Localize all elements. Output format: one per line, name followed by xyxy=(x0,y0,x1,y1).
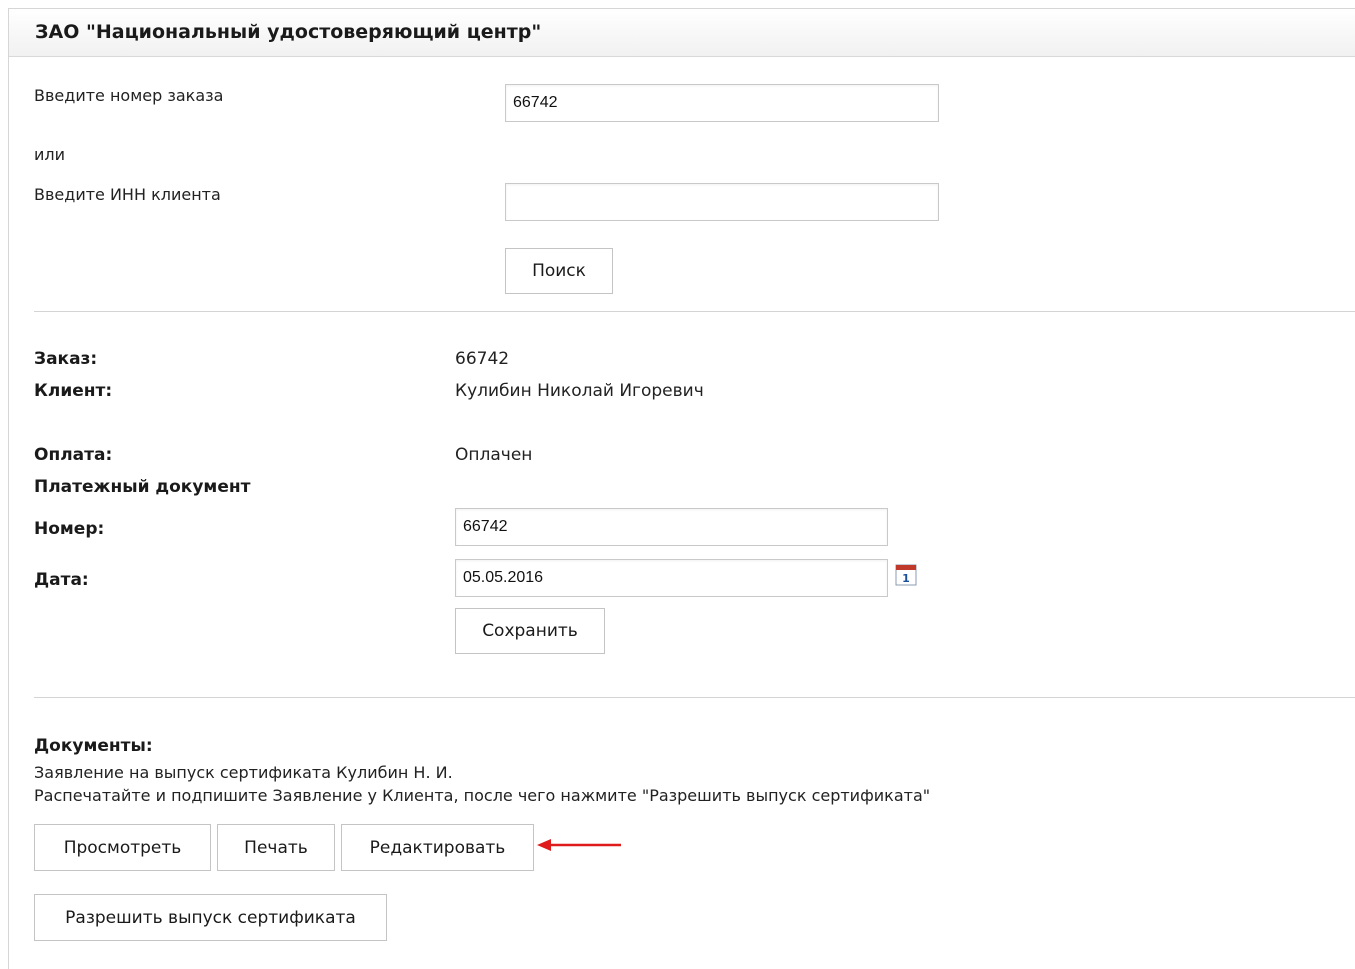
date-label: Дата: xyxy=(34,570,89,590)
search-button[interactable]: Поиск xyxy=(505,248,613,294)
allow-certificate-button[interactable]: Разрешить выпуск сертификата xyxy=(34,894,387,941)
page-title: ЗАО "Национальный удостоверяющий центр" xyxy=(35,21,542,43)
inn-input[interactable] xyxy=(505,183,939,221)
client-label: Клиент: xyxy=(34,381,113,401)
order-label: Заказ: xyxy=(34,349,98,369)
payment-number-input[interactable] xyxy=(455,508,888,546)
document-instruction: Распечатайте и подпишите Заявление у Кли… xyxy=(34,786,931,805)
documents-heading: Документы: xyxy=(34,736,153,756)
payment-label: Оплата: xyxy=(34,445,113,465)
divider xyxy=(34,697,1355,698)
payment-value: Оплачен xyxy=(455,445,533,465)
order-value: 66742 xyxy=(455,349,510,369)
arrow-left-icon xyxy=(537,839,621,851)
page-header: ЗАО "Национальный удостоверяющий центр" xyxy=(9,9,1355,57)
view-button[interactable]: Просмотреть xyxy=(34,824,211,871)
payment-date-input[interactable] xyxy=(455,559,888,597)
order-number-input[interactable] xyxy=(505,84,939,122)
client-value: Кулибин Николай Игоревич xyxy=(455,381,704,401)
edit-button[interactable]: Редактировать xyxy=(341,824,534,871)
save-button[interactable]: Сохранить xyxy=(455,608,605,654)
or-label: или xyxy=(34,145,66,164)
number-label: Номер: xyxy=(34,519,105,539)
order-number-label: Введите номер заказа xyxy=(34,86,224,105)
divider xyxy=(34,311,1355,312)
payment-doc-heading: Платежный документ xyxy=(34,477,251,497)
calendar-day: 1 xyxy=(902,572,910,585)
inn-label: Введите ИНН клиента xyxy=(34,185,221,204)
calendar-icon[interactable]: 1 xyxy=(895,564,917,586)
print-button[interactable]: Печать xyxy=(217,824,335,871)
document-title: Заявление на выпуск сертификата Кулибин … xyxy=(34,763,453,782)
